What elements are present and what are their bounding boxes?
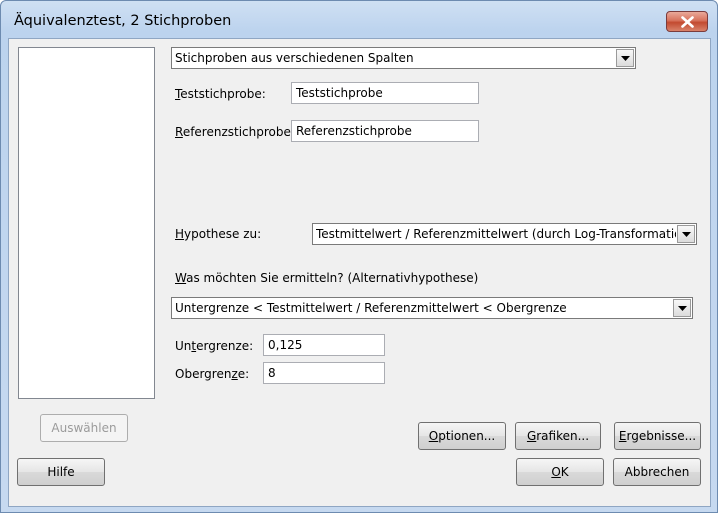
upper-bound-field[interactable]: 8 [263, 362, 385, 384]
variable-list[interactable] [18, 47, 155, 399]
close-button[interactable] [666, 11, 708, 32]
lower-bound-label: Untergrenze: [175, 339, 254, 353]
reference-sample-field[interactable]: Referenzstichprobe [291, 120, 479, 142]
select-button[interactable]: Auswählen [40, 414, 128, 442]
test-sample-field[interactable]: Teststichprobe [291, 82, 479, 104]
close-icon [681, 16, 694, 28]
sample-mode-dropdown[interactable]: Stichproben aus verschiedenen Spalten [171, 47, 636, 69]
upper-bound-label: Obergrenze: [175, 367, 250, 381]
help-button[interactable]: Hilfe [17, 458, 105, 486]
title-bar[interactable]: Äquivalenztest, 2 Stichproben [1, 1, 717, 39]
results-button[interactable]: Ergebnisse... [614, 422, 701, 450]
reference-sample-label: Referenzstichprobe: [175, 125, 295, 139]
dialog-body: Stichproben aus verschiedenen Spalten Te… [8, 38, 711, 507]
chevron-down-icon[interactable] [677, 225, 695, 243]
ok-button[interactable]: OK [516, 458, 604, 486]
sample-mode-value: Stichproben aus verschiedenen Spalten [175, 51, 414, 65]
chevron-down-icon[interactable] [673, 299, 691, 317]
graphics-button[interactable]: Grafiken... [515, 422, 601, 450]
test-sample-label: Teststichprobe: [175, 87, 266, 101]
hypothesis-dropdown[interactable]: Testmittelwert / Referenzmittelwert (dur… [312, 223, 697, 245]
alternative-value: Untergrenze < Testmittelwert / Referenzm… [175, 301, 567, 315]
options-button[interactable]: Optionen... [418, 422, 506, 450]
hypothesis-value: Testmittelwert / Referenzmittelwert (dur… [316, 227, 676, 241]
dialog-window: Äquivalenztest, 2 Stichproben Stichprobe… [0, 0, 718, 513]
alternative-label: Was möchten Sie ermitteln? (Alternativhy… [175, 271, 479, 285]
lower-bound-field[interactable]: 0,125 [263, 334, 385, 356]
cancel-button[interactable]: Abbrechen [613, 458, 701, 486]
hypothesis-label: Hypothese zu: [175, 227, 262, 241]
chevron-down-icon[interactable] [616, 49, 634, 67]
alternative-dropdown[interactable]: Untergrenze < Testmittelwert / Referenzm… [171, 297, 693, 319]
window-title: Äquivalenztest, 2 Stichproben [14, 13, 232, 29]
